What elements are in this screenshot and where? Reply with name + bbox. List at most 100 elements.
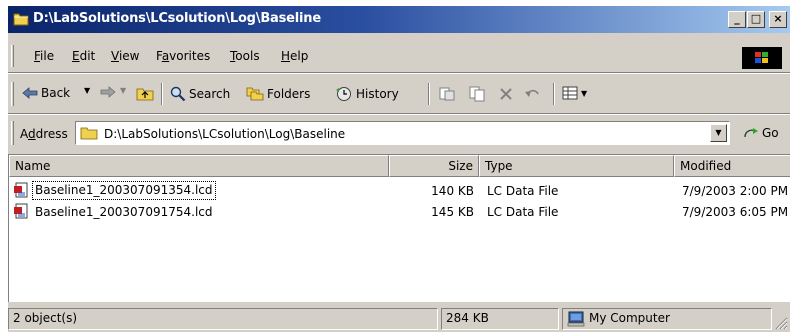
history-label: History [356,87,399,101]
go-button[interactable]: Go [743,126,779,140]
delete-button[interactable] [498,86,514,102]
window-title: D:\LabSolutions\LCsolution\Log\Baseline [33,11,321,26]
lc-data-file-icon [14,203,28,219]
history-button[interactable]: History [335,86,399,102]
windows-flag-icon [755,52,768,63]
minimize-button[interactable]: _ [728,11,746,28]
menu-label: dit [79,49,96,63]
toolbar-divider [8,113,790,115]
menubar-divider [8,72,790,74]
menu-accel: H [281,49,291,63]
go-arrow-icon [744,128,758,138]
windows-logo [742,47,782,69]
views-button[interactable]: ▼ [562,86,587,100]
close-icon: × [773,12,783,25]
status-total-size: 284 KB [441,308,559,330]
folders-icon [246,87,264,101]
toolbar-grip[interactable] [11,82,14,106]
column-header-type[interactable]: Type [479,155,674,177]
status-zone: My Computer [562,308,772,330]
menu-label: iew [118,49,140,63]
undo-button[interactable] [524,86,542,100]
column-header-label: Name [15,159,51,173]
file-size: 145 KB [431,205,474,219]
menubar-grip[interactable] [11,45,14,67]
menu-label: elp [290,49,309,63]
address-input[interactable]: D:\LabSolutions\LCsolution\Log\Baseline … [75,121,730,145]
file-name-focus[interactable]: Baseline1_200307091354.lcd [32,181,216,200]
menu-accel: V [111,49,119,63]
title-bar[interactable]: D:\LabSolutions\LCsolution\Log\Baseline … [8,6,790,33]
address-bar: Address D:\LabSolutions\LCsolution\Log\B… [8,117,790,148]
folder-icon [13,13,29,26]
move-to-button[interactable] [438,86,456,102]
menu-file[interactable]: File [34,49,54,63]
go-label: Go [762,126,779,140]
address-label: Address [20,127,68,141]
status-object-count: 2 object(s) [8,308,438,330]
dropdown-arrow-icon: ▼ [581,88,588,98]
back-label: Back [41,86,71,100]
menu-bar: File Edit View Favorites Tools Help [8,43,790,70]
zone-text: My Computer [589,311,670,325]
menu-help[interactable]: Help [281,49,308,63]
column-header-label: Modified [680,159,732,173]
back-arrow-icon [22,87,38,99]
address-value: D:\LabSolutions\LCsolution\Log\Baseline [104,127,346,141]
undo-icon [525,89,539,97]
search-button[interactable]: Search [170,86,230,102]
file-name: Baseline1_200307091354.lcd [35,183,213,197]
forward-dropdown[interactable]: ▼ [120,86,126,95]
column-header-name[interactable]: Name [9,155,389,177]
menu-view[interactable]: View [111,49,139,63]
file-type: LC Data File [487,205,559,219]
move-to-icon [439,87,455,101]
status-bar: 2 object(s) 284 KB My Computer [8,306,790,332]
addressbar-grip[interactable] [11,121,14,145]
up-folder-button[interactable] [136,86,154,101]
minimize-icon: _ [734,12,740,25]
my-computer-icon [567,311,585,327]
file-type: LC Data File [487,184,559,198]
file-size: 140 KB [431,184,474,198]
forward-arrow-icon [100,86,116,98]
toolbar-separator [553,83,555,105]
file-modified: 7/9/2003 6:05 PM [682,205,789,219]
menu-label: ools [235,49,260,63]
close-button[interactable]: × [769,11,787,28]
column-header-label: Type [485,159,513,173]
resize-grip-icon[interactable] [774,316,788,330]
folders-button[interactable]: Folders [246,86,310,101]
back-button[interactable]: Back [22,86,70,100]
menu-edit[interactable]: Edit [72,49,95,63]
file-list[interactable]: Name Size Type Modified Baseline1_200307… [8,154,790,302]
dropdown-arrow-icon: ▼ [120,86,127,95]
maximize-button[interactable]: □ [747,11,765,28]
menu-tools[interactable]: Tools [230,49,260,63]
copy-to-button[interactable] [468,86,486,102]
object-count-text: 2 object(s) [13,311,78,325]
column-header-size[interactable]: Size [389,155,479,177]
folders-label: Folders [267,86,311,101]
menu-accel: E [72,49,80,63]
dropdown-arrow-icon: ▼ [84,86,91,95]
file-name: Baseline1_200307091754.lcd [35,205,213,219]
column-header-modified[interactable]: Modified [674,155,790,177]
up-folder-icon [136,88,154,101]
maximize-icon: □ [750,12,762,25]
explorer-window: D:\LabSolutions\LCsolution\Log\Baseline … [8,6,790,332]
address-dropdown-button[interactable]: ▼ [710,124,727,142]
file-row[interactable]: Baseline1_200307091754.lcd 145 KB LC Dat… [9,202,790,222]
address-accel: d [28,127,36,141]
back-dropdown[interactable]: ▼ [84,86,90,95]
file-row[interactable]: Baseline1_200307091354.lcd 140 KB LC Dat… [9,181,790,201]
forward-button[interactable] [100,86,116,98]
menu-favorites[interactable]: Favorites [156,49,210,63]
menu-label: vorites [169,49,211,63]
copy-to-icon [469,86,485,102]
history-icon [336,87,351,101]
lc-data-file-icon [14,182,28,198]
standard-toolbar: Back ▼ ▼ Search Folders History ▼ [8,76,790,112]
menu-label: ile [40,49,55,63]
column-header-label: Size [448,159,473,173]
